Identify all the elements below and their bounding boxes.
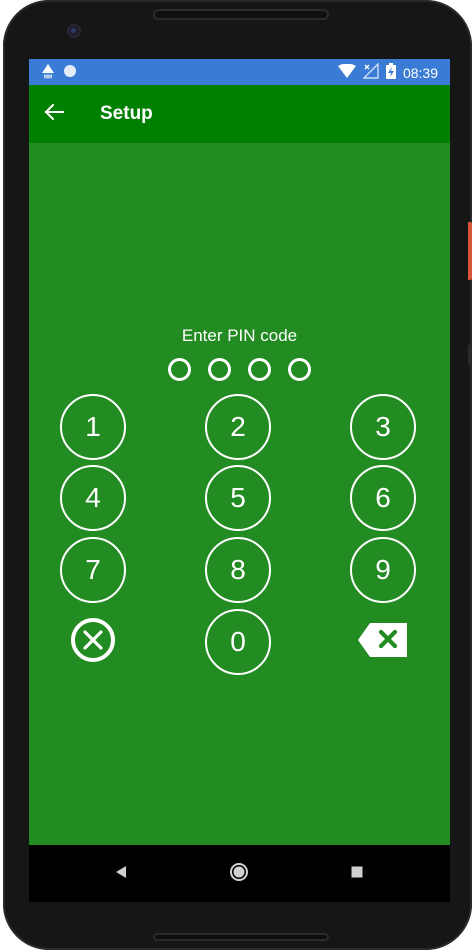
phone-frame: MM 08:39 Setup Enter PIN code 1 2 3 4 5 … bbox=[3, 0, 472, 950]
page-title: Setup bbox=[100, 103, 153, 124]
power-button bbox=[468, 222, 472, 280]
key-4[interactable]: 4 bbox=[60, 465, 126, 531]
nav-back-icon bbox=[115, 865, 127, 884]
key-7[interactable]: 7 bbox=[60, 537, 126, 603]
pin-dot bbox=[288, 358, 311, 381]
backspace-icon bbox=[357, 621, 409, 664]
nav-back-button[interactable] bbox=[104, 857, 138, 891]
backspace-button[interactable] bbox=[350, 609, 416, 675]
key-2[interactable]: 2 bbox=[205, 394, 271, 460]
nav-home-icon bbox=[228, 861, 250, 888]
key-0[interactable]: 0 bbox=[205, 609, 271, 675]
pin-prompt: Enter PIN code bbox=[181, 326, 298, 345]
key-1[interactable]: 1 bbox=[60, 394, 126, 460]
pin-entry-area: Enter PIN code 1 2 3 4 5 6 7 8 9 0 bbox=[29, 143, 450, 845]
screen: MM 08:39 Setup Enter PIN code 1 2 3 4 5 … bbox=[29, 59, 450, 902]
wifi-icon bbox=[337, 63, 356, 82]
key-9[interactable]: 9 bbox=[350, 537, 416, 603]
cancel-button[interactable] bbox=[60, 609, 126, 675]
status-right-icons: 08:39 bbox=[337, 62, 438, 83]
bottom-speaker bbox=[153, 933, 329, 941]
nav-home-button[interactable] bbox=[222, 857, 256, 891]
pin-dot bbox=[248, 358, 271, 381]
key-8[interactable]: 8 bbox=[205, 537, 271, 603]
key-3[interactable]: 3 bbox=[350, 394, 416, 460]
app-bar: Setup bbox=[29, 85, 450, 143]
circle-icon bbox=[63, 64, 77, 83]
nav-recents-icon bbox=[351, 865, 363, 883]
arrow-left-icon bbox=[44, 103, 64, 126]
pin-dot bbox=[208, 358, 231, 381]
battery-charging-icon bbox=[385, 63, 396, 83]
key-5[interactable]: 5 bbox=[205, 465, 271, 531]
earpiece-speaker bbox=[153, 9, 329, 20]
nav-recents-button[interactable] bbox=[340, 857, 374, 891]
status-left-icons: MM bbox=[41, 63, 77, 84]
volume-button bbox=[468, 345, 472, 365]
system-nav-bar bbox=[29, 845, 450, 902]
back-button[interactable] bbox=[39, 99, 69, 129]
key-6[interactable]: 6 bbox=[350, 465, 416, 531]
svg-text:MM: MM bbox=[44, 75, 52, 80]
cancel-circle-icon bbox=[70, 617, 116, 668]
pin-indicator bbox=[29, 358, 450, 381]
pin-dot bbox=[168, 358, 191, 381]
status-time: 08:39 bbox=[402, 65, 438, 81]
status-bar: MM 08:39 bbox=[29, 59, 450, 85]
front-camera bbox=[67, 24, 81, 38]
signal-off-icon bbox=[362, 62, 379, 83]
warning-mm-icon: MM bbox=[41, 63, 55, 84]
